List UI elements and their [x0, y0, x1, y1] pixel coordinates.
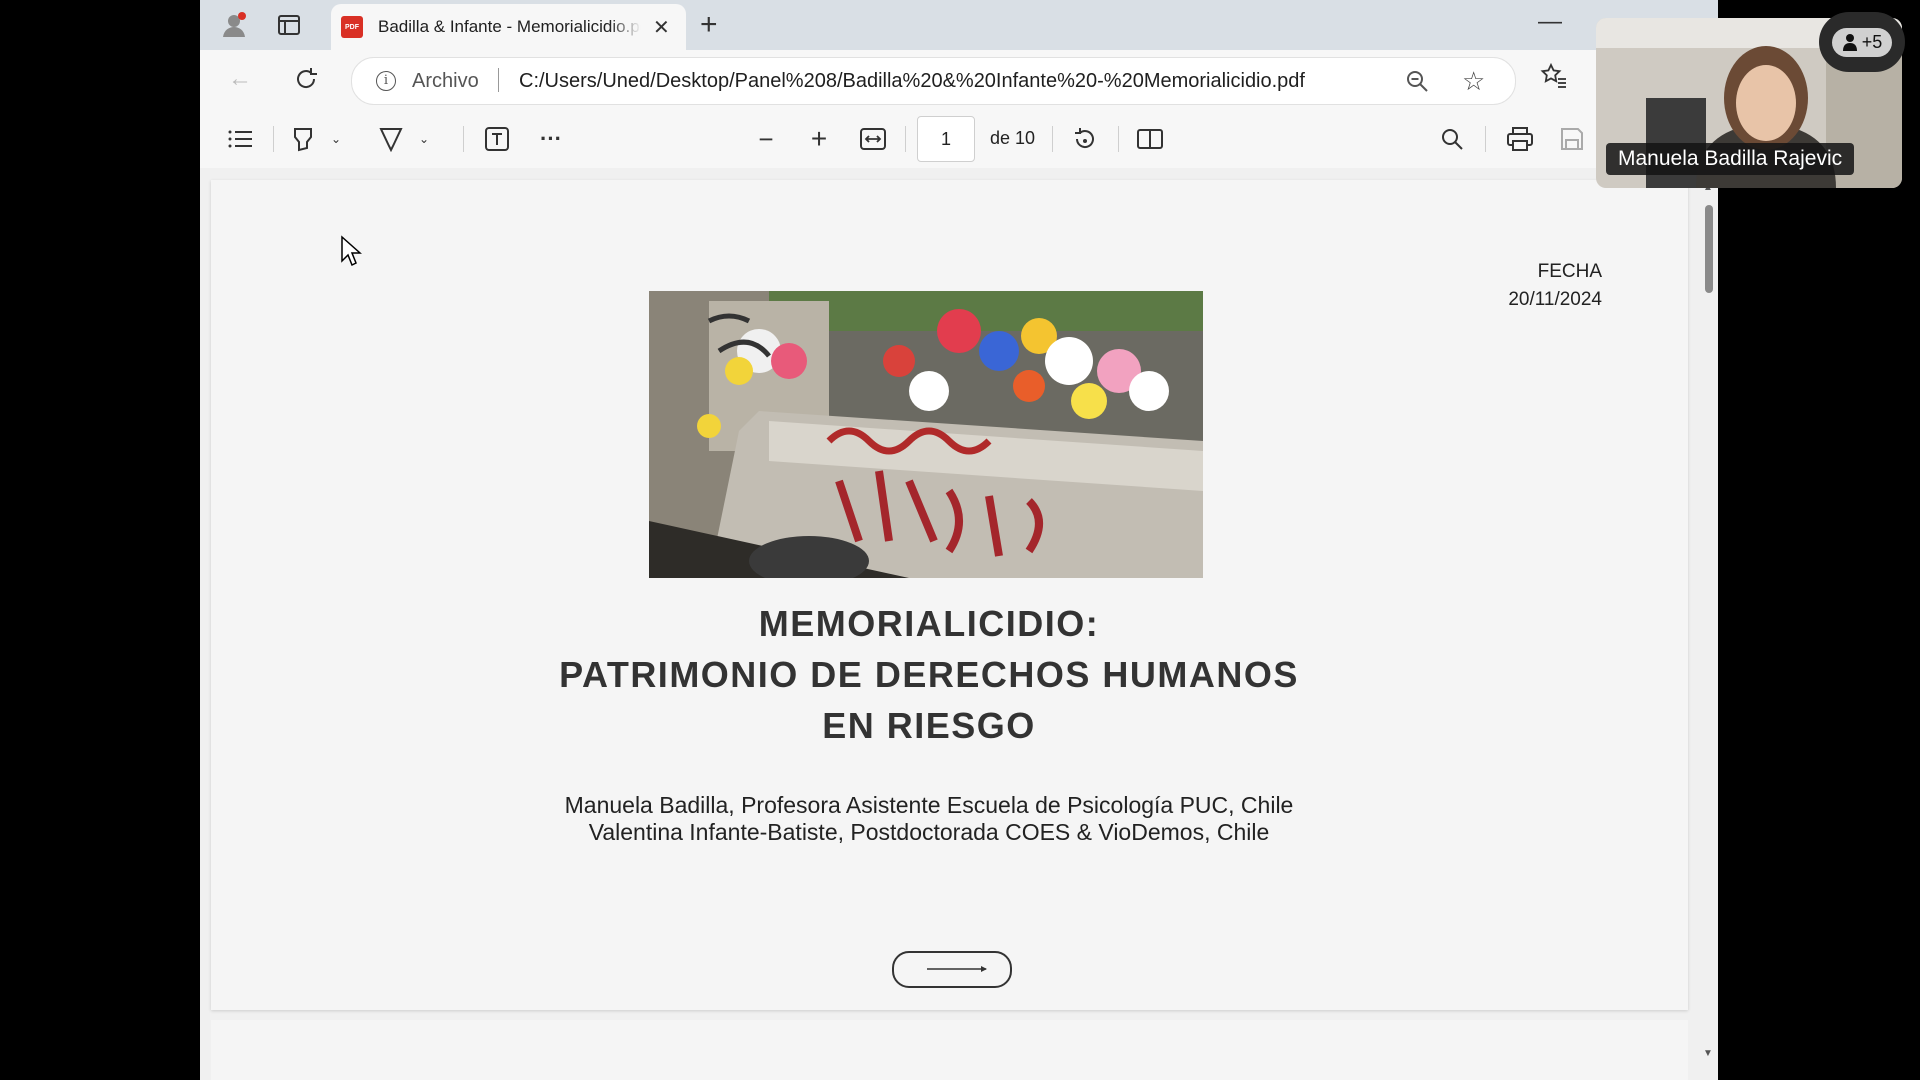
pdf-page: FECHA 20/11/2024 MEMORIALICIDIO: PATRIMO…	[211, 180, 1688, 1010]
extra-participants-count: +5	[1861, 31, 1883, 52]
document-title-line-2: PATRIMONIO DE DERECHOS HUMANOS	[559, 654, 1299, 695]
page-number-input[interactable]: 1	[917, 116, 975, 162]
scrollbar[interactable]: ▲ ▼	[1700, 168, 1718, 1080]
toolbar-separator	[1052, 126, 1053, 152]
toolbar-separator	[463, 126, 464, 152]
reload-icon[interactable]	[291, 64, 321, 94]
draw-pen-icon[interactable]	[376, 124, 406, 154]
date-label: FECHA	[1537, 261, 1602, 282]
minimize-window-icon[interactable]: —	[1538, 8, 1562, 36]
scrollbar-thumb[interactable]	[1705, 205, 1713, 293]
tab-actions-icon[interactable]	[274, 10, 304, 40]
info-icon[interactable]: i	[376, 71, 396, 91]
document-title-line-1: MEMORIALICIDIO:	[758, 603, 1100, 644]
tab-strip: PDF Badilla & Infante - Memorialicidio.p…	[200, 0, 1718, 50]
page-view-icon[interactable]	[1135, 124, 1165, 154]
toolbar-separator	[1118, 126, 1119, 152]
chevron-down-icon[interactable]: ⌄	[328, 124, 344, 154]
favorites-icon[interactable]	[1540, 62, 1568, 95]
save-icon[interactable]	[1557, 124, 1587, 154]
new-tab-icon[interactable]: +	[700, 10, 718, 40]
date-value: 20/11/2024	[1508, 289, 1602, 310]
url-text[interactable]: C:/Users/Uned/Desktop/Panel%208/Badilla%…	[519, 70, 1305, 93]
participants-count-button[interactable]: +5	[1819, 12, 1905, 72]
tab-active[interactable]: PDF Badilla & Infante - Memorialicidio.p…	[331, 4, 686, 50]
toolbar-separator	[1485, 126, 1486, 152]
text-box-icon[interactable]	[482, 124, 512, 154]
profile-icon[interactable]	[219, 10, 249, 40]
author-line-2: Valentina Infante-Batiste, Postdoctorada…	[588, 819, 1270, 845]
address-separator	[498, 68, 499, 92]
participant-name-label: Manuela Badilla Rajevic	[1606, 143, 1855, 175]
pdf-document-area[interactable]: FECHA 20/11/2024 MEMORIALICIDIO: PATRIMO…	[200, 168, 1700, 1080]
print-icon[interactable]	[1505, 124, 1535, 154]
pdf-page-2	[211, 1020, 1688, 1080]
person-icon	[1842, 34, 1857, 51]
zoom-out-icon[interactable]	[1404, 68, 1430, 99]
pdf-toolbar: ⌄ ⌄ ··· − + 1 de 10	[200, 110, 1718, 169]
browser-window: PDF Badilla & Infante - Memorialicidio.p…	[200, 0, 1718, 1080]
author-line-1: Manuela Badilla, Profesora Asistente Esc…	[564, 792, 1294, 818]
pdf-file-icon: PDF	[341, 16, 363, 38]
site-scheme-label: Archivo	[412, 70, 479, 92]
toolbar-separator	[905, 126, 906, 152]
back-arrow-icon[interactable]: ←	[225, 64, 255, 94]
zoom-minus-icon[interactable]: −	[751, 124, 781, 154]
tab-title: Badilla & Infante - Memorialicidio.pdf	[378, 17, 641, 36]
navigation-bar: ← i Archivo C:/Users/Uned/Desktop/Panel%…	[200, 50, 1718, 110]
close-tab-icon[interactable]: ✕	[653, 15, 670, 40]
memorial-photo	[649, 291, 1203, 586]
mouse-cursor-icon	[340, 235, 362, 272]
toolbar-separator	[273, 126, 274, 152]
more-options-icon[interactable]: ···	[536, 124, 566, 154]
scroll-down-icon[interactable]: ▼	[1703, 1048, 1713, 1059]
contents-list-icon[interactable]	[225, 124, 255, 154]
favorite-star-icon[interactable]: ☆	[1462, 66, 1485, 97]
rotate-icon[interactable]	[1070, 124, 1100, 154]
arrow-right-icon	[927, 966, 987, 972]
zoom-plus-icon[interactable]: +	[804, 123, 834, 154]
chevron-down-icon[interactable]: ⌄	[416, 124, 432, 154]
highlight-icon[interactable]	[288, 124, 318, 154]
fit-width-icon[interactable]	[858, 124, 888, 154]
next-arrow-button[interactable]	[892, 951, 1012, 988]
page-total-label: de 10	[990, 128, 1036, 148]
document-title-line-3: EN RIESGO	[822, 705, 1036, 746]
search-icon[interactable]	[1437, 124, 1467, 154]
address-bar[interactable]: i Archivo C:/Users/Uned/Desktop/Panel%20…	[351, 57, 1516, 105]
